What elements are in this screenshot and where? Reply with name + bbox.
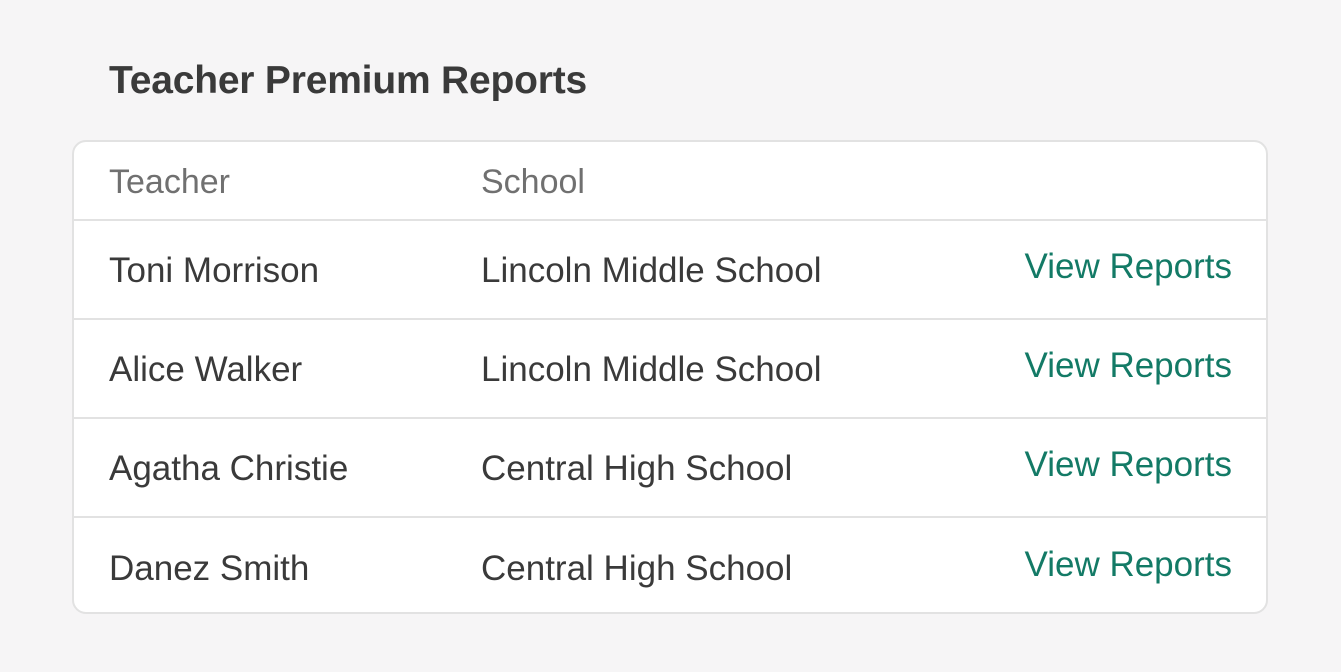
column-header-school: School bbox=[481, 163, 585, 201]
column-header-teacher: Teacher bbox=[109, 163, 230, 201]
view-reports-link[interactable]: View Reports bbox=[1024, 518, 1232, 612]
table-row: Danez Smith Central High School View Rep… bbox=[74, 518, 1266, 612]
view-reports-link[interactable]: View Reports bbox=[1024, 320, 1232, 417]
page: Teacher Premium Reports Teacher School T… bbox=[0, 0, 1341, 672]
table-row: Alice Walker Lincoln Middle School View … bbox=[74, 320, 1266, 419]
teacher-name: Alice Walker bbox=[109, 349, 303, 389]
teachers-table: Teacher School Toni Morrison Lincoln Mid… bbox=[72, 140, 1268, 614]
school-name: Central High School bbox=[481, 448, 793, 488]
school-name: Lincoln Middle School bbox=[481, 349, 822, 389]
school-name: Central High School bbox=[481, 548, 793, 588]
table-row: Toni Morrison Lincoln Middle School View… bbox=[74, 221, 1266, 320]
teacher-name: Agatha Christie bbox=[109, 448, 349, 488]
view-reports-link[interactable]: View Reports bbox=[1024, 419, 1232, 516]
school-name: Lincoln Middle School bbox=[481, 250, 822, 290]
table-row: Agatha Christie Central High School View… bbox=[74, 419, 1266, 518]
view-reports-link[interactable]: View Reports bbox=[1024, 221, 1232, 318]
table-header: Teacher School bbox=[74, 142, 1266, 221]
teacher-name: Toni Morrison bbox=[109, 250, 320, 290]
teacher-name: Danez Smith bbox=[109, 548, 310, 588]
page-title: Teacher Premium Reports bbox=[109, 59, 588, 102]
